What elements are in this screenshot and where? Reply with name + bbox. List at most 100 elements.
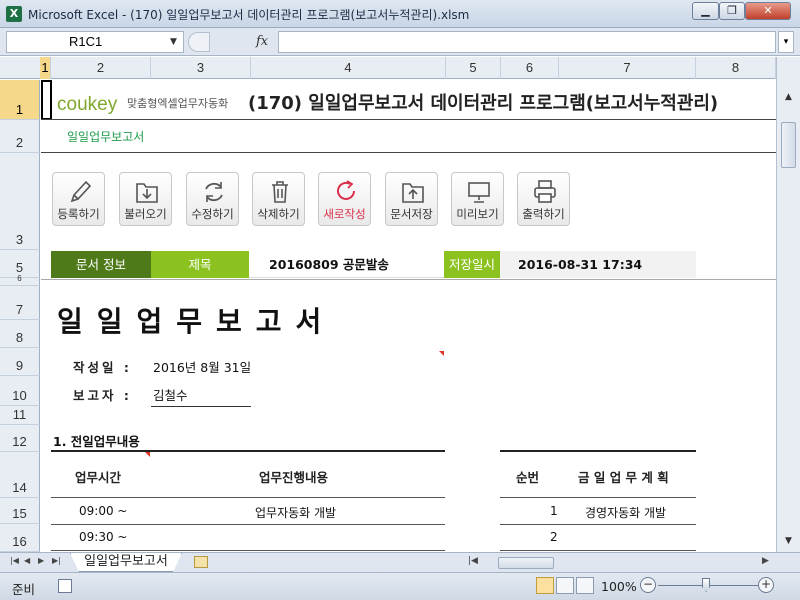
- load-button[interactable]: 불러오기: [119, 172, 172, 226]
- prev-sheet-icon[interactable]: ◀: [24, 556, 30, 565]
- column-header-cell[interactable]: 6: [501, 57, 559, 79]
- report-title: 일일업무보고서: [57, 305, 336, 338]
- horizontal-scrollbar[interactable]: |◀ ▶: [468, 556, 774, 570]
- row-header-cell[interactable]: 15: [0, 498, 40, 524]
- sheet-tab-bar: |◀ ◀ ▶ ▶| 일일업무보고서 |◀ ▶: [0, 552, 800, 572]
- minimize-button[interactable]: ▁: [692, 2, 719, 20]
- load-icon: [136, 183, 158, 203]
- table-cell[interactable]: 2: [550, 530, 558, 544]
- subject-value[interactable]: 20160809 공문발송: [249, 251, 444, 278]
- name-box[interactable]: R1C1: [6, 31, 184, 53]
- page-layout-view-button[interactable]: [556, 577, 574, 594]
- table-header: 업무시간: [75, 470, 122, 485]
- column-header-cell[interactable]: 5: [446, 57, 501, 79]
- scroll-right-button[interactable]: ▶: [762, 556, 769, 566]
- row-divider: [51, 524, 445, 525]
- pencil-icon: [70, 180, 92, 203]
- next-sheet-icon[interactable]: ▶: [38, 556, 44, 565]
- table-cell[interactable]: 09:30 ~: [79, 530, 127, 544]
- comment-indicator[interactable]: [439, 351, 444, 356]
- row-header-cell[interactable]: 10: [0, 376, 40, 406]
- underline: [151, 406, 251, 407]
- formula-bar: R1C1 ▼ fx ▾: [0, 28, 800, 56]
- table-cell[interactable]: 1: [550, 504, 558, 518]
- column-header-cell[interactable]: 1: [40, 57, 51, 79]
- row-header-cell[interactable]: 9: [0, 348, 40, 376]
- print-button[interactable]: 출력하기: [517, 172, 570, 226]
- row-divider: [500, 550, 696, 551]
- scroll-down-button[interactable]: ▼: [780, 533, 797, 550]
- zoom-in-button[interactable]: +: [758, 577, 774, 593]
- delete-button[interactable]: 삭제하기: [252, 172, 305, 226]
- row-header-cell[interactable]: 3: [0, 153, 40, 250]
- row-divider: [500, 497, 696, 498]
- button-label: 수정하기: [191, 207, 234, 221]
- zoom-slider-thumb[interactable]: [702, 578, 710, 592]
- saved-at-value[interactable]: 2016-08-31 17:34: [500, 251, 696, 278]
- row-header-cell[interactable]: 8: [0, 320, 40, 348]
- status-bar: 준비 100% − +: [0, 572, 800, 600]
- status-mode: 준비: [12, 582, 36, 597]
- row-header-cell[interactable]: 7: [0, 286, 40, 320]
- table-cell[interactable]: 경영자동화 개발: [585, 504, 666, 521]
- table-cell[interactable]: 09:00 ~: [79, 504, 127, 518]
- insert-sheet-icon[interactable]: [194, 556, 208, 568]
- button-label: 삭제하기: [257, 207, 300, 221]
- button-label: 등록하기: [57, 207, 100, 221]
- row-header-cell[interactable]: 11: [0, 406, 40, 425]
- row-header-cell[interactable]: 6: [0, 274, 40, 286]
- edit-button[interactable]: 수정하기: [186, 172, 239, 226]
- macro-record-icon[interactable]: [58, 579, 72, 593]
- column-header-cell[interactable]: 7: [559, 57, 696, 79]
- insert-function-button[interactable]: fx: [256, 34, 268, 49]
- row-header-cell[interactable]: 1: [0, 80, 40, 120]
- excel-icon: X: [6, 6, 22, 22]
- formula-bar-handle[interactable]: [188, 32, 210, 52]
- button-label: 문서저장: [390, 207, 433, 221]
- row-divider: [500, 524, 696, 525]
- scroll-left-button[interactable]: |◀: [468, 556, 478, 566]
- logo-tagline: 맞춤형엑셀업무자동화: [127, 97, 229, 110]
- column-header-cell[interactable]: 3: [151, 57, 251, 79]
- divider: [41, 119, 776, 120]
- vertical-scrollbar[interactable]: ▲ ▼: [776, 57, 800, 552]
- scroll-up-button[interactable]: ▲: [780, 89, 797, 106]
- row-header-cell[interactable]: 14: [0, 452, 40, 498]
- zoom-out-button[interactable]: −: [640, 577, 656, 593]
- new-document-button[interactable]: 새로작성: [318, 172, 371, 226]
- worksheet[interactable]: coukey 맞춤형엑셀업무자동화 (170) 일일업무보고서 데이터관리 프로…: [41, 80, 776, 552]
- comment-indicator[interactable]: [145, 452, 150, 457]
- title-bar: X Microsoft Excel - (170) 일일업무보고서 데이터관리 …: [0, 0, 800, 28]
- page-break-view-button[interactable]: [576, 577, 594, 594]
- column-header-cell[interactable]: 4: [251, 57, 446, 79]
- zoom-level[interactable]: 100%: [601, 579, 637, 594]
- table-header: 순번: [516, 470, 540, 485]
- row-header-cell[interactable]: 16: [0, 524, 40, 552]
- chevron-down-icon[interactable]: ▼: [170, 37, 177, 47]
- save-document-button[interactable]: 문서저장: [385, 172, 438, 226]
- window-title: Microsoft Excel - (170) 일일업무보고서 데이터관리 프로…: [28, 8, 470, 22]
- preview-button[interactable]: 미리보기: [451, 172, 504, 226]
- scroll-thumb[interactable]: [781, 122, 796, 168]
- table-header: 업무진행내용: [259, 470, 329, 485]
- last-sheet-icon[interactable]: ▶|: [52, 556, 61, 565]
- table-cell[interactable]: 업무자동화 개발: [255, 504, 336, 521]
- column-header-cell[interactable]: 8: [696, 57, 776, 79]
- expand-formula-button[interactable]: ▾: [778, 31, 794, 53]
- active-cell[interactable]: [41, 80, 52, 120]
- normal-view-button[interactable]: [536, 577, 554, 594]
- row-header-cell[interactable]: 2: [0, 120, 40, 153]
- register-button[interactable]: 등록하기: [52, 172, 105, 226]
- reporter-value[interactable]: 김철수: [153, 385, 188, 404]
- column-header-cell[interactable]: 2: [51, 57, 151, 79]
- maximize-button[interactable]: ❐: [719, 2, 745, 20]
- formula-input[interactable]: [278, 31, 776, 53]
- new-icon: [337, 180, 355, 200]
- scroll-thumb[interactable]: [498, 557, 554, 569]
- row-header-cell[interactable]: 12: [0, 425, 40, 452]
- close-button[interactable]: ✕: [745, 2, 791, 20]
- date-value[interactable]: 2016년 8월 31일: [153, 357, 251, 376]
- first-sheet-icon[interactable]: |◀: [10, 556, 19, 565]
- refresh-icon: [205, 182, 223, 202]
- sheet-tab[interactable]: 일일업무보고서: [70, 553, 182, 572]
